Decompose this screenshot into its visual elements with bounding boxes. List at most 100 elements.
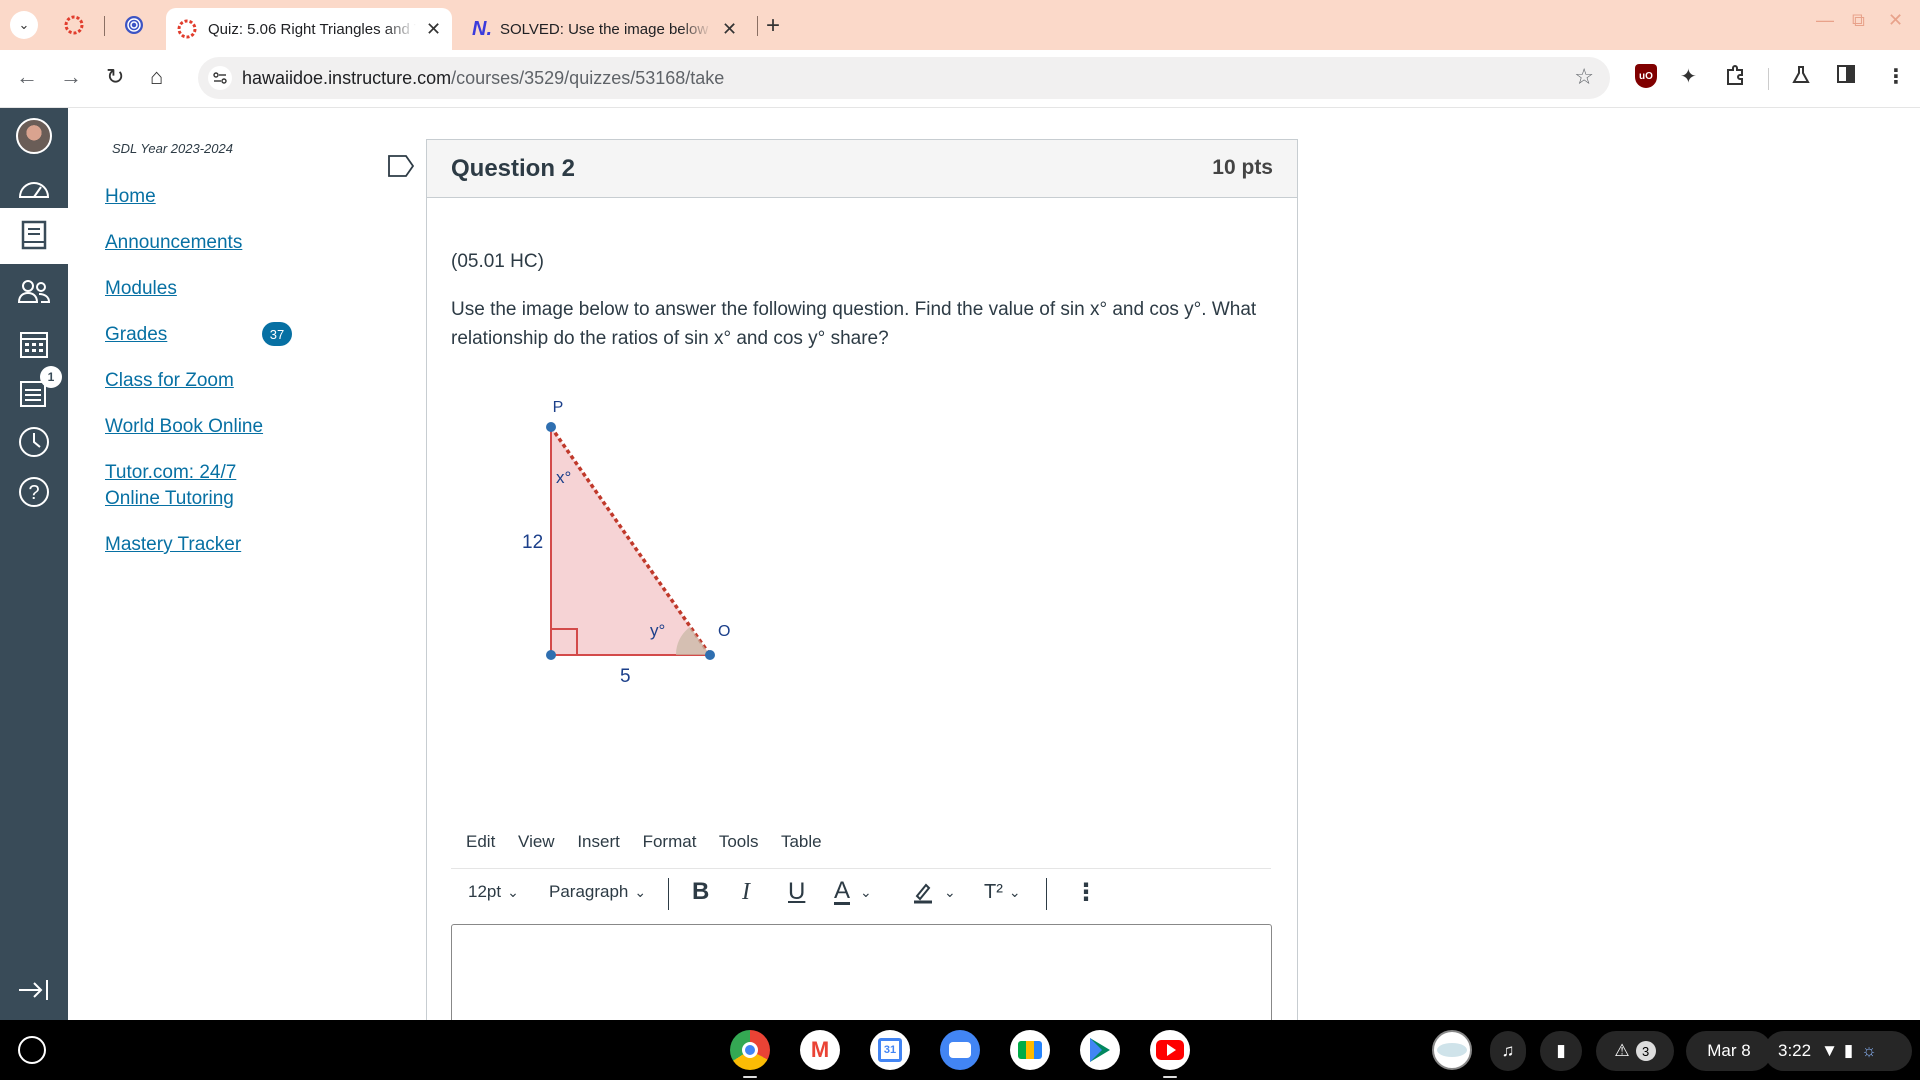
chevron-down-icon: ⌄ [18,17,30,32]
play-store-app-icon[interactable] [1080,1030,1120,1070]
block-format-dropdown[interactable]: Paragraph ⌄ [549,880,646,904]
calendar-nav[interactable] [14,324,54,364]
close-icon[interactable]: ✕ [722,19,737,40]
tab-solved[interactable]: N. SOLVED: Use the image below a ✕ [462,8,752,50]
font-size-value: 12pt [468,882,502,901]
chrome-app-icon[interactable] [730,1030,770,1070]
extensions-puzzle-icon[interactable] [1724,64,1746,92]
global-navigation: ? [0,108,68,1020]
question-points: 10 pts [1212,156,1273,179]
groups-nav[interactable] [14,272,54,312]
menu-tools[interactable]: Tools [719,832,759,851]
superscript-icon: T² [984,880,1003,903]
meet-app-icon[interactable] [1010,1030,1050,1070]
restore-icon[interactable]: ⧉ [1852,10,1865,31]
address-bar[interactable]: hawaiidoe.instructure.com/courses/3529/q… [198,57,1610,99]
underline-button[interactable]: U [788,878,805,905]
home-icon[interactable]: ⌂ [150,64,163,90]
url-text: hawaiidoe.instructure.com/courses/3529/q… [242,68,724,89]
side-panel-icon[interactable] [1836,64,1856,90]
question-title: Question 2 [451,155,576,182]
course-nav-class-for-zoom[interactable]: Class for Zoom [105,368,234,394]
wifi-icon: ▼ [1821,1041,1838,1060]
clock-icon [19,427,49,457]
menu-view[interactable]: View [518,832,555,851]
block-format-value: Paragraph [549,882,629,901]
collapse-nav-button[interactable] [14,970,54,1010]
text-color-button[interactable]: A ⌄ [834,878,872,905]
course-nav-home[interactable]: Home [105,184,156,210]
pinned-tab-app[interactable] [122,13,146,37]
gmail-app-icon[interactable]: M [800,1030,840,1070]
question-code: (05.01 HC) [451,251,544,272]
superscript-button[interactable]: T² ⌄ [984,880,1021,904]
bold-button[interactable]: B [692,878,709,905]
flag-question-icon[interactable] [388,155,414,177]
back-icon[interactable]: ← [16,64,38,90]
calendar-app-icon[interactable]: 31 [870,1030,910,1070]
media-controls-icon[interactable]: ♫ [1490,1031,1526,1071]
label-angle-y: y° [650,621,665,640]
dashboard-nav[interactable] [14,168,54,208]
close-window-icon[interactable]: ✕ [1888,10,1903,31]
youtube-app-icon[interactable] [1150,1030,1190,1070]
menu-format[interactable]: Format [643,832,697,851]
chevron-down-icon: ⌄ [507,883,519,900]
label-p: P [553,399,564,416]
numerade-logo-icon: N. [472,17,492,40]
labs-flask-icon[interactable] [1790,64,1812,92]
label-side-5: 5 [620,666,631,687]
site-info-icon[interactable] [208,66,232,90]
menu-edit[interactable]: Edit [466,832,495,851]
tab-search-dropdown[interactable]: ⌄ [10,11,38,39]
course-nav-world-book[interactable]: World Book Online [105,414,263,440]
launcher-button[interactable] [18,1036,46,1064]
forward-icon[interactable]: → [60,64,82,90]
dashboard-gauge-icon [18,182,50,198]
pinned-tab-canvas[interactable] [62,13,86,37]
tab-quiz[interactable]: Quiz: 5.06 Right Triangles and T ✕ [166,8,452,50]
ublock-extension-icon[interactable]: uO [1635,64,1657,88]
more-tools-icon[interactable]: ⋮ [1074,879,1098,906]
phone-hub-icon[interactable]: ▮ [1540,1031,1582,1071]
label-angle-x: x° [556,468,571,487]
date-display[interactable]: Mar 8 [1686,1031,1772,1071]
chevron-down-icon: ⌄ [634,883,647,900]
course-nav-grades[interactable]: Grades [105,322,167,348]
chevron-down-icon: ⌄ [860,883,872,900]
kebab-menu-icon[interactable]: ⋮ [1886,64,1906,89]
course-nav-tutor[interactable]: Tutor.com: 24/7 Online Tutoring [105,460,275,512]
chevron-down-icon: ⌄ [944,883,956,900]
minimize-icon[interactable]: — [1816,10,1834,31]
notifications-tray[interactable]: ⚠ 3 [1596,1031,1674,1071]
bookmark-star-icon[interactable]: ☆ [1574,64,1594,90]
highlight-color-button[interactable]: ⌄ [912,880,956,904]
canvas-logo-icon [64,15,84,35]
course-nav-modules[interactable]: Modules [105,276,177,302]
user-avatar[interactable] [1432,1030,1472,1070]
battery-icon: ▮ [1843,1041,1854,1060]
messages-app-icon[interactable] [940,1030,980,1070]
courses-nav[interactable] [0,208,68,264]
course-nav-announcements[interactable]: Announcements [105,230,242,256]
tab-title: SOLVED: Use the image below a [500,20,712,38]
canvas-logo-icon [177,19,197,39]
account-avatar[interactable] [14,116,54,156]
collapse-arrow-icon [19,980,48,1000]
italic-button[interactable]: I [742,879,750,905]
label-side-12: 12 [522,532,543,553]
vertex-p [546,422,556,432]
menu-insert[interactable]: Insert [577,832,620,851]
editor-menubar: Edit View Insert Format Tools Table [466,832,840,852]
new-tab-button[interactable]: + [766,12,780,40]
font-size-dropdown[interactable]: 12pt ⌄ [468,880,519,904]
reload-icon[interactable]: ↻ [106,64,124,90]
avatar [16,118,52,154]
history-nav[interactable] [14,422,54,462]
menu-table[interactable]: Table [781,832,822,851]
close-icon[interactable]: ✕ [426,19,441,40]
course-nav-mastery-tracker[interactable]: Mastery Tracker [105,532,241,558]
status-tray[interactable]: 3:22 ▼ ▮ ☼ [1764,1031,1912,1071]
help-nav[interactable]: ? [14,472,54,512]
cursor-extension-icon[interactable]: ✦ [1680,64,1697,89]
